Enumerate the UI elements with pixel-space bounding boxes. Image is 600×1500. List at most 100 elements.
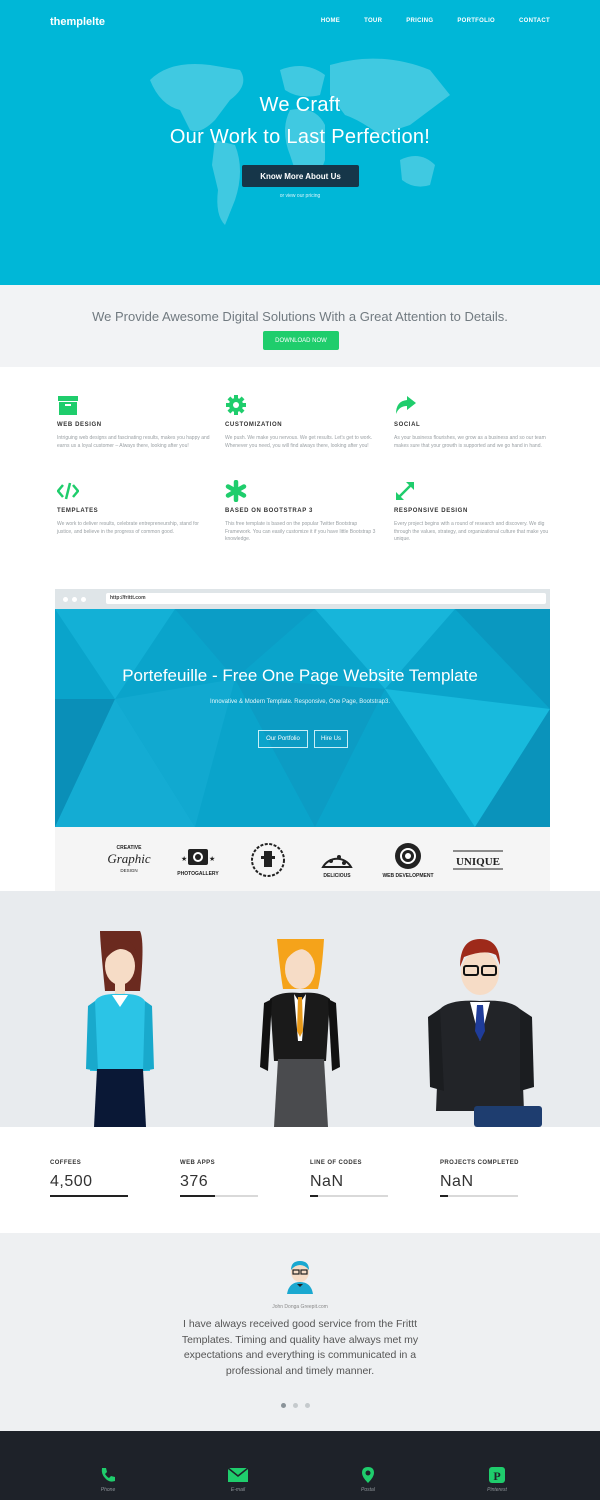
world-map-icon bbox=[150, 58, 450, 225]
logo-web-development: WEB DEVELOPMENT bbox=[380, 838, 436, 882]
stat-value: 376 bbox=[180, 1173, 209, 1190]
feature-text: Intriguing web designs and fascinating r… bbox=[57, 435, 210, 449]
footer-postal[interactable]: Postal bbox=[348, 1466, 388, 1493]
camera-icon: ★ ★ bbox=[181, 849, 215, 865]
pricing-link[interactable]: or view our pricing bbox=[0, 193, 600, 199]
svg-text:DESIGN: DESIGN bbox=[120, 868, 137, 873]
stat-line-of-codes: LINE OF CODES NaN bbox=[310, 1160, 388, 1197]
feature-title: WEB DESIGN bbox=[57, 422, 102, 428]
logo-unique: UNIQUE bbox=[448, 838, 508, 882]
feature-text: As your business flourishes, we grow as … bbox=[394, 435, 546, 449]
logo-creative-graphic: CREATIVE Graphic DESIGN bbox=[100, 838, 158, 882]
feature-title: RESPONSIVE DESIGN bbox=[394, 508, 468, 514]
window-dot-icon bbox=[81, 597, 86, 602]
gear-icon bbox=[226, 395, 246, 415]
browser-bar: http://frittt.com bbox=[55, 589, 550, 609]
stat-progress-fill bbox=[440, 1195, 448, 1197]
testimonial-author: John Donga Greepit.com bbox=[272, 1304, 328, 1310]
stat-projects-completed: PROJECTS COMPLETED NaN bbox=[440, 1160, 518, 1197]
stat-web-apps: WEB APPS 376 bbox=[180, 1160, 258, 1197]
stat-label: COFFEES bbox=[50, 1160, 82, 1166]
stat-progress bbox=[180, 1195, 258, 1197]
nav-tour[interactable]: TOUR bbox=[364, 18, 382, 24]
logo-badge bbox=[248, 838, 288, 882]
footer-phone[interactable]: Phone bbox=[88, 1466, 128, 1493]
feature-title: CUSTOMIZATION bbox=[225, 422, 283, 428]
nav-portfolio[interactable]: PORTFOLIO bbox=[457, 18, 495, 24]
stat-progress bbox=[310, 1195, 388, 1197]
feature-text: Every project begins with a round of res… bbox=[394, 521, 549, 542]
share-icon bbox=[396, 396, 416, 414]
logo-text: UNIQUE bbox=[456, 856, 500, 868]
svg-text:Graphic: Graphic bbox=[107, 851, 151, 866]
nav-home[interactable]: HOME bbox=[321, 18, 340, 24]
unique-logo-icon: UNIQUE bbox=[453, 850, 503, 870]
team-people-icon bbox=[86, 931, 542, 1127]
pinterest-icon: P bbox=[489, 1467, 505, 1483]
svg-text:★: ★ bbox=[181, 855, 187, 863]
stat-value: 4,500 bbox=[50, 1173, 93, 1190]
footer-label: Phone bbox=[100, 1487, 116, 1493]
stat-progress bbox=[440, 1195, 518, 1197]
stat-label: LINE OF CODES bbox=[310, 1160, 362, 1166]
main-nav: HOME TOUR PRICING PORTFOLIO CONTACT bbox=[321, 18, 550, 24]
stat-label: WEB APPS bbox=[180, 1160, 215, 1166]
provide-text: We Provide Awesome Digital Solutions Wit… bbox=[92, 309, 508, 324]
feature-text: We work to deliver results, celebrate en… bbox=[57, 521, 199, 535]
box-icon bbox=[58, 396, 78, 415]
footer-label: Postal bbox=[361, 1487, 375, 1493]
creative-graphic-logo-icon: CREATIVE Graphic DESIGN bbox=[107, 845, 151, 873]
stat-progress bbox=[50, 1195, 128, 1197]
feature-title: TEMPLATES bbox=[57, 508, 99, 514]
logo-text: DELICIOUS bbox=[323, 873, 351, 879]
know-more-button[interactable]: Know More About Us bbox=[242, 165, 359, 187]
polygon-background bbox=[55, 609, 550, 827]
window-dot-icon bbox=[63, 597, 68, 602]
footer-pinterest[interactable]: P Pinterest bbox=[477, 1466, 517, 1493]
browser-mockup: http://frittt.com bbox=[55, 589, 550, 827]
stat-value: NaN bbox=[440, 1173, 474, 1190]
feature-text: This free template is based on the popul… bbox=[225, 521, 376, 542]
logo-text: WEB DEVELOPMENT bbox=[382, 873, 434, 879]
logo-photogallery: ★ ★ PHOTOGALLERY bbox=[170, 838, 226, 882]
provide-section: We Provide Awesome Digital Solutions Wit… bbox=[0, 285, 600, 367]
logo-delicious: DELICIOUS bbox=[312, 838, 362, 882]
team-illustration bbox=[0, 891, 600, 1127]
email-icon bbox=[227, 1467, 249, 1482]
svg-text:★: ★ bbox=[209, 855, 215, 863]
nav-contact[interactable]: CONTACT bbox=[519, 18, 550, 24]
download-button[interactable]: DOWNLOAD NOW bbox=[263, 331, 339, 350]
code-icon bbox=[57, 482, 79, 500]
footer-label: Pinterest bbox=[487, 1487, 507, 1493]
stat-coffees: COFFEES 4,500 bbox=[50, 1160, 128, 1197]
window-dot-icon bbox=[72, 597, 77, 602]
avatar-icon bbox=[287, 1261, 313, 1294]
nav-pricing[interactable]: PRICING bbox=[406, 18, 433, 24]
our-portfolio-button[interactable]: Our Portfolio bbox=[258, 730, 308, 748]
phone-icon bbox=[101, 1468, 115, 1482]
logo-text: PHOTOGALLERY bbox=[177, 871, 219, 877]
carousel-dot[interactable] bbox=[293, 1403, 298, 1408]
carousel-dots bbox=[281, 1403, 310, 1408]
portfolio-subtitle: Innovative & Modern Template. Responsive… bbox=[210, 699, 390, 705]
carousel-dot[interactable] bbox=[281, 1403, 286, 1408]
asterisk-icon bbox=[225, 480, 247, 502]
hero-title-line2: Our Work to Last Perfection! bbox=[169, 126, 431, 148]
feature-text: We push. We make you nervous. We get res… bbox=[225, 435, 373, 449]
pizza-icon bbox=[321, 855, 353, 868]
expand-icon bbox=[396, 482, 414, 500]
badge-logo-icon bbox=[251, 843, 285, 877]
stat-progress-fill bbox=[50, 1195, 128, 1197]
footer-email[interactable]: E-mail bbox=[218, 1466, 258, 1493]
testimonial-quote: I have always received good service from… bbox=[181, 1318, 419, 1377]
footer-label: E-mail bbox=[230, 1487, 246, 1493]
map-pin-icon bbox=[362, 1467, 374, 1483]
brand-logo[interactable]: themplelte bbox=[50, 16, 105, 28]
carousel-dot[interactable] bbox=[305, 1403, 310, 1408]
feature-title: SOCIAL bbox=[394, 422, 421, 428]
hire-us-button[interactable]: Hire Us bbox=[314, 730, 348, 748]
svg-text:P: P bbox=[493, 1469, 500, 1483]
browser-url[interactable]: http://frittt.com bbox=[106, 593, 546, 604]
stat-progress-fill bbox=[310, 1195, 318, 1197]
hero-section: themplelte HOME TOUR PRICING PORTFOLIO C… bbox=[0, 0, 600, 285]
